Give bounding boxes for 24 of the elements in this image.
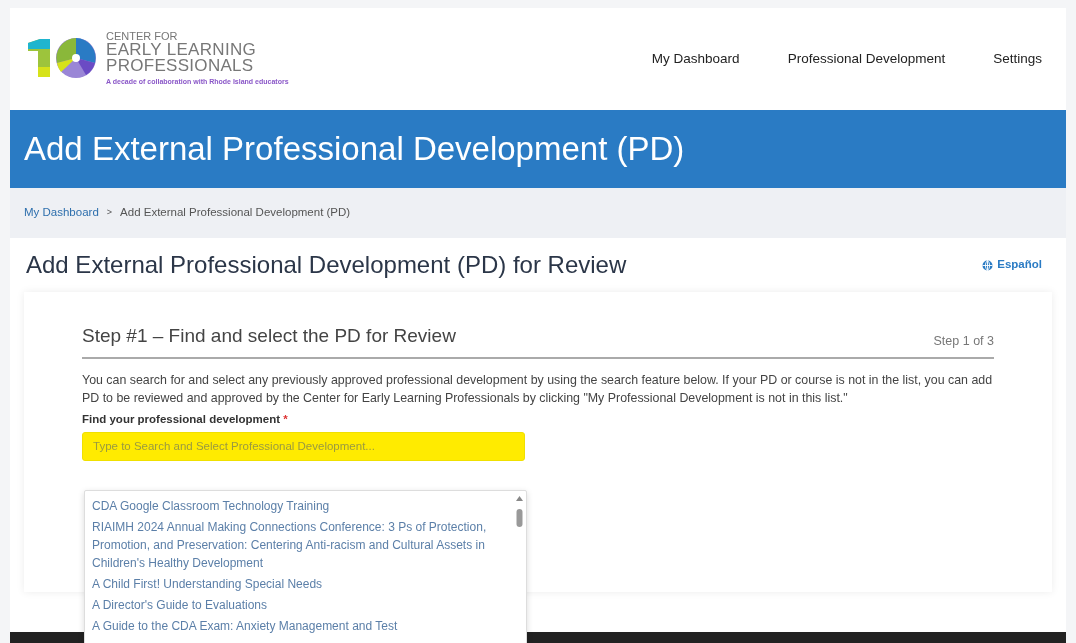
nav-link[interactable]: My Dashboard bbox=[651, 48, 740, 70]
intro-text: You can search for and select any previously approved professional development by using the search feature below. If your PD or course is not in the list, you can add PD to be reviewed and approved by the Center for Early Learning Professionals by clicking "My Professional Development is not in this list." bbox=[82, 371, 994, 407]
breadcrumb-current: Add External Professional Development (PD) bbox=[120, 205, 351, 221]
language-link[interactable]: Español bbox=[982, 256, 1042, 274]
logo-text: CENTER FOR bbox=[106, 30, 179, 42]
step-title: Step #1 – Find and select the PD for Review bbox=[82, 324, 456, 348]
dropdown-option[interactable]: A Guide to the CDA Exam: Anxiety Management and Test bbox=[92, 615, 508, 636]
dropdown-option[interactable]: CDA Google Classroom Technology Training bbox=[92, 495, 508, 516]
field-label: Find your professional development bbox=[82, 412, 281, 425]
page-heading: Add External Professional Development (PD) for Review bbox=[26, 250, 627, 280]
breadcrumb-separator: > bbox=[106, 206, 113, 220]
nav-link[interactable]: Settings bbox=[993, 48, 1042, 70]
logo-text: PROFESSIONALS bbox=[106, 57, 255, 74]
required-mark: * bbox=[283, 412, 288, 425]
dropdown-option[interactable]: A Director's Guide to Evaluations bbox=[92, 594, 508, 615]
search-field[interactable]: Type to Search and Select Professional Development... bbox=[82, 431, 525, 461]
globe-icon bbox=[982, 259, 994, 271]
dropdown-option[interactable]: A Child First! Understanding Special Needs bbox=[92, 573, 508, 594]
logo-text: EARLY LEARNING bbox=[106, 41, 257, 58]
breadcrumb-link[interactable]: My Dashboard bbox=[24, 204, 99, 222]
banner-title: Add External Professional Development (PD) bbox=[24, 129, 685, 169]
dropdown-option[interactable]: RIAIMH 2024 Annual Making Connections Conference: 3 Ps of Protection, Promotion, and Preservation: Centering Anti-racism and Cultural Assets in Children's Healthy Development bbox=[92, 516, 508, 573]
nav-link[interactable]: Professional Development bbox=[787, 48, 946, 70]
step-counter: Step 1 of 3 bbox=[933, 332, 994, 350]
